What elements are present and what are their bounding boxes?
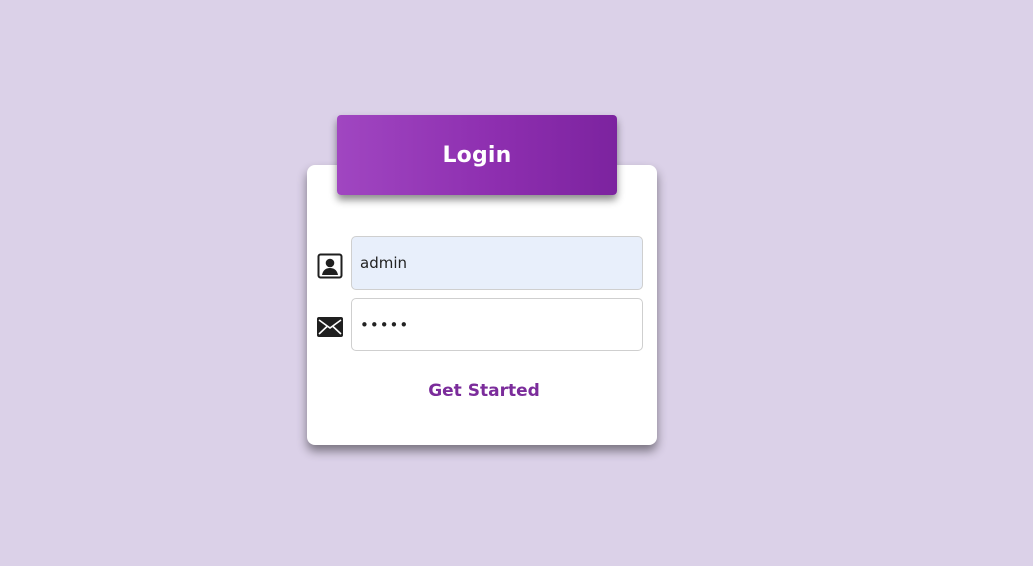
envelope-icon [317, 317, 343, 343]
login-card: Get Started [307, 165, 657, 445]
user-badge-icon [317, 253, 343, 279]
password-input[interactable] [351, 298, 643, 351]
username-input[interactable] [351, 236, 643, 290]
login-title: Login [442, 142, 512, 168]
get-started-button[interactable]: Get Started [307, 381, 661, 401]
login-header: Login [337, 115, 617, 195]
username-row [307, 236, 657, 290]
password-row [307, 298, 657, 352]
